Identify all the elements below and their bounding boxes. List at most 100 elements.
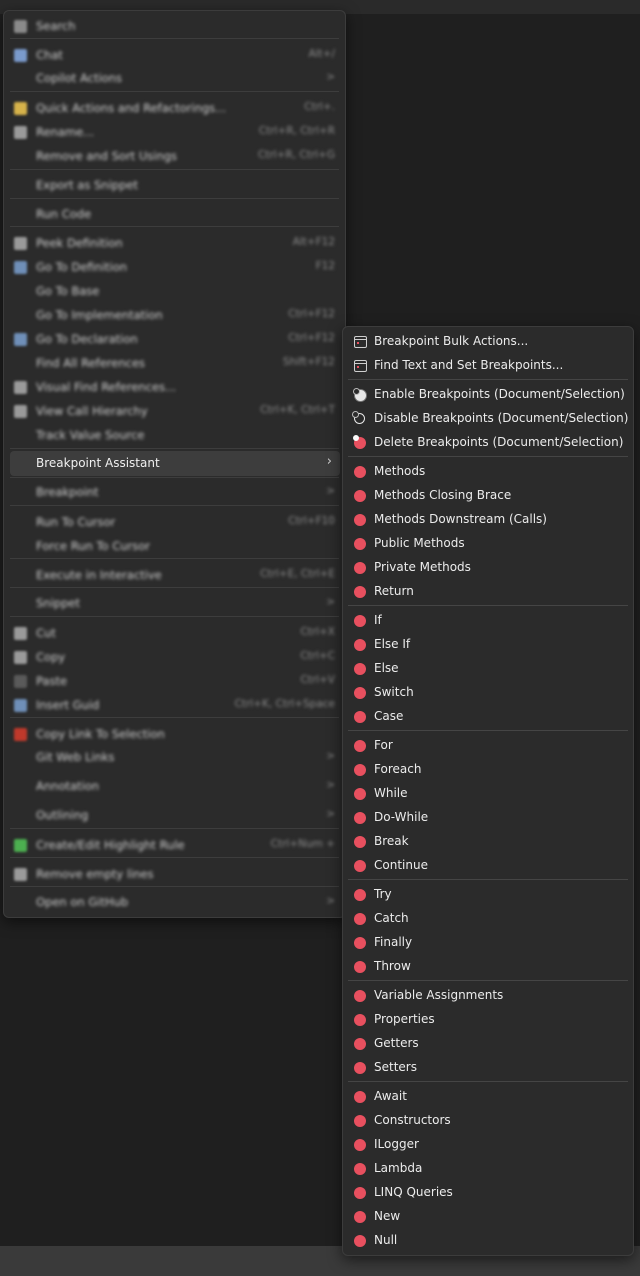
menu-item-label: Peek Definition	[36, 236, 123, 250]
breakpoint-icon	[354, 740, 366, 752]
breakpoint-icon	[354, 1038, 366, 1050]
menu-item-shortcut: Ctrl+K, Ctrl+T	[260, 404, 335, 416]
menu-separator	[10, 857, 339, 858]
menu-item-shortcut: >	[326, 750, 335, 762]
submenu-item-for[interactable]: For	[343, 734, 633, 758]
submenu-item-catch[interactable]: Catch	[343, 907, 633, 931]
submenu-item-delete-breakpoints-document-selection[interactable]: Delete Breakpoints (Document/Selection)	[343, 431, 633, 455]
menu-item-shortcut: Ctrl+.	[304, 101, 335, 113]
submenu-item-null[interactable]: Null	[343, 1229, 633, 1253]
menu-item[interactable]: Peek Definition Alt+F12	[4, 232, 345, 254]
menu-item[interactable]: Copy Link To Selection	[4, 723, 345, 745]
menu-item[interactable]: Go To Definition F12	[4, 256, 345, 278]
menu-item-icon	[14, 126, 27, 139]
menu-item[interactable]: Insert Guid Ctrl+K, Ctrl+Space	[4, 694, 345, 716]
submenu-item-return[interactable]: Return	[343, 580, 633, 604]
breakpoint-icon	[354, 687, 366, 699]
menu-item-breakpoint-assistant[interactable]: Breakpoint Assistant ›	[10, 451, 340, 476]
menu-item[interactable]: Go To Implementation Ctrl+F12	[4, 304, 345, 326]
menu-item[interactable]: Search	[4, 15, 345, 37]
submenu-item-label: Case	[374, 709, 404, 723]
menu-item[interactable]: Find All References Shift+F12	[4, 352, 345, 374]
submenu-item-label: Throw	[374, 959, 411, 973]
breakpoint-icon	[354, 1091, 366, 1103]
submenu-item-label: Methods Closing Brace	[374, 488, 512, 502]
menu-item[interactable]: Create/Edit Highlight Rule Ctrl+Num +	[4, 834, 345, 856]
submenu-item-await[interactable]: Await	[343, 1085, 633, 1109]
submenu-item-ilogger[interactable]: ILogger	[343, 1133, 633, 1157]
submenu-item-enable-breakpoints-document-selection[interactable]: Enable Breakpoints (Document/Selection)	[343, 383, 633, 407]
menu-item[interactable]: Copilot Actions >	[4, 67, 345, 89]
submenu-item-while[interactable]: While	[343, 782, 633, 806]
submenu-item-breakpoint-bulk-actions[interactable]: Breakpoint Bulk Actions...	[343, 330, 633, 354]
submenu-item-properties[interactable]: Properties	[343, 1008, 633, 1032]
menu-item-icon	[14, 627, 27, 640]
menu-item[interactable]: Paste Ctrl+V	[4, 670, 345, 692]
menu-item[interactable]: Open on GitHub >	[4, 891, 345, 913]
submenu-item-case[interactable]: Case	[343, 705, 633, 729]
menu-item[interactable]: Remove and Sort Usings Ctrl+R, Ctrl+G	[4, 145, 345, 167]
menu-item[interactable]: Breakpoint >	[4, 481, 345, 503]
menu-item[interactable]: Copy Ctrl+C	[4, 646, 345, 668]
menu-item-label: Create/Edit Highlight Rule	[36, 838, 185, 852]
submenu-item-finally[interactable]: Finally	[343, 931, 633, 955]
submenu-item-methods-downstream-calls[interactable]: Methods Downstream (Calls)	[343, 508, 633, 532]
submenu-item-else[interactable]: Else	[343, 657, 633, 681]
menu-item-icon	[14, 381, 27, 394]
menu-item[interactable]: Outlining >	[4, 804, 345, 826]
menu-separator	[348, 879, 628, 880]
submenu-item-continue[interactable]: Continue	[343, 854, 633, 878]
menu-item[interactable]: Export as Snippet	[4, 174, 345, 196]
menu-item[interactable]: Force Run To Cursor	[4, 535, 345, 557]
menu-item[interactable]: View Call Hierarchy Ctrl+K, Ctrl+T	[4, 400, 345, 422]
submenu-item-if[interactable]: If	[343, 609, 633, 633]
submenu-item-label: Methods	[374, 464, 426, 478]
submenu-item-constructors[interactable]: Constructors	[343, 1109, 633, 1133]
submenu-item-methods[interactable]: Methods	[343, 460, 633, 484]
submenu-item-private-methods[interactable]: Private Methods	[343, 556, 633, 580]
menu-item[interactable]: Go To Declaration Ctrl+F12	[4, 328, 345, 350]
submenu-item-getters[interactable]: Getters	[343, 1032, 633, 1056]
menu-item[interactable]: Remove empty lines	[4, 863, 345, 885]
submenu-item-label: New	[374, 1209, 401, 1223]
submenu-item-variable-assignments[interactable]: Variable Assignments	[343, 984, 633, 1008]
submenu-item-else-if[interactable]: Else If	[343, 633, 633, 657]
menu-item[interactable]: Rename... Ctrl+R, Ctrl+R	[4, 121, 345, 143]
submenu-item-methods-closing-brace[interactable]: Methods Closing Brace	[343, 484, 633, 508]
menu-separator	[10, 886, 339, 887]
submenu-item-label: Public Methods	[374, 536, 465, 550]
submenu-item-label: For	[374, 738, 393, 752]
submenu-item-foreach[interactable]: Foreach	[343, 758, 633, 782]
menu-item[interactable]: Visual Find References...	[4, 376, 345, 398]
submenu-item-label: Constructors	[374, 1113, 451, 1127]
submenu-item-lambda[interactable]: Lambda	[343, 1157, 633, 1181]
menu-item[interactable]: Quick Actions and Refactorings... Ctrl+.	[4, 97, 345, 119]
submenu-item-public-methods[interactable]: Public Methods	[343, 532, 633, 556]
menu-item[interactable]: Snippet >	[4, 592, 345, 614]
submenu-item-label: Private Methods	[374, 560, 471, 574]
menu-item-shortcut: Ctrl+F10	[288, 515, 335, 527]
menu-item-label: Rename...	[36, 125, 95, 139]
menu-item-icon	[14, 49, 27, 62]
menu-item[interactable]: Track Value Source	[4, 424, 345, 446]
submenu-item-switch[interactable]: Switch	[343, 681, 633, 705]
submenu-item-do-while[interactable]: Do-While	[343, 806, 633, 830]
menu-item[interactable]: Annotation >	[4, 775, 345, 797]
menu-item[interactable]: Chat Alt+/	[4, 44, 345, 66]
menu-item[interactable]: Git Web Links >	[4, 746, 345, 768]
submenu-item-setters[interactable]: Setters	[343, 1056, 633, 1080]
submenu-item-disable-breakpoints-document-selection[interactable]: Disable Breakpoints (Document/Selection)	[343, 407, 633, 431]
submenu-item-break[interactable]: Break	[343, 830, 633, 854]
menu-separator	[10, 587, 339, 588]
menu-item[interactable]: Go To Base	[4, 280, 345, 302]
submenu-item-find-text-and-set-breakpoints[interactable]: Find Text and Set Breakpoints...	[343, 354, 633, 378]
menu-item[interactable]: Execute in Interactive Ctrl+E, Ctrl+E	[4, 564, 345, 586]
menu-item[interactable]: Cut Ctrl+X	[4, 622, 345, 644]
submenu-item-new[interactable]: New	[343, 1205, 633, 1229]
menu-item[interactable]: Run To Cursor Ctrl+F10	[4, 511, 345, 533]
menu-item[interactable]: Run Code	[4, 203, 345, 225]
submenu-item-throw[interactable]: Throw	[343, 955, 633, 979]
submenu-item-try[interactable]: Try	[343, 883, 633, 907]
menu-item-label: Outlining	[36, 808, 89, 822]
submenu-item-linq-queries[interactable]: LINQ Queries	[343, 1181, 633, 1205]
